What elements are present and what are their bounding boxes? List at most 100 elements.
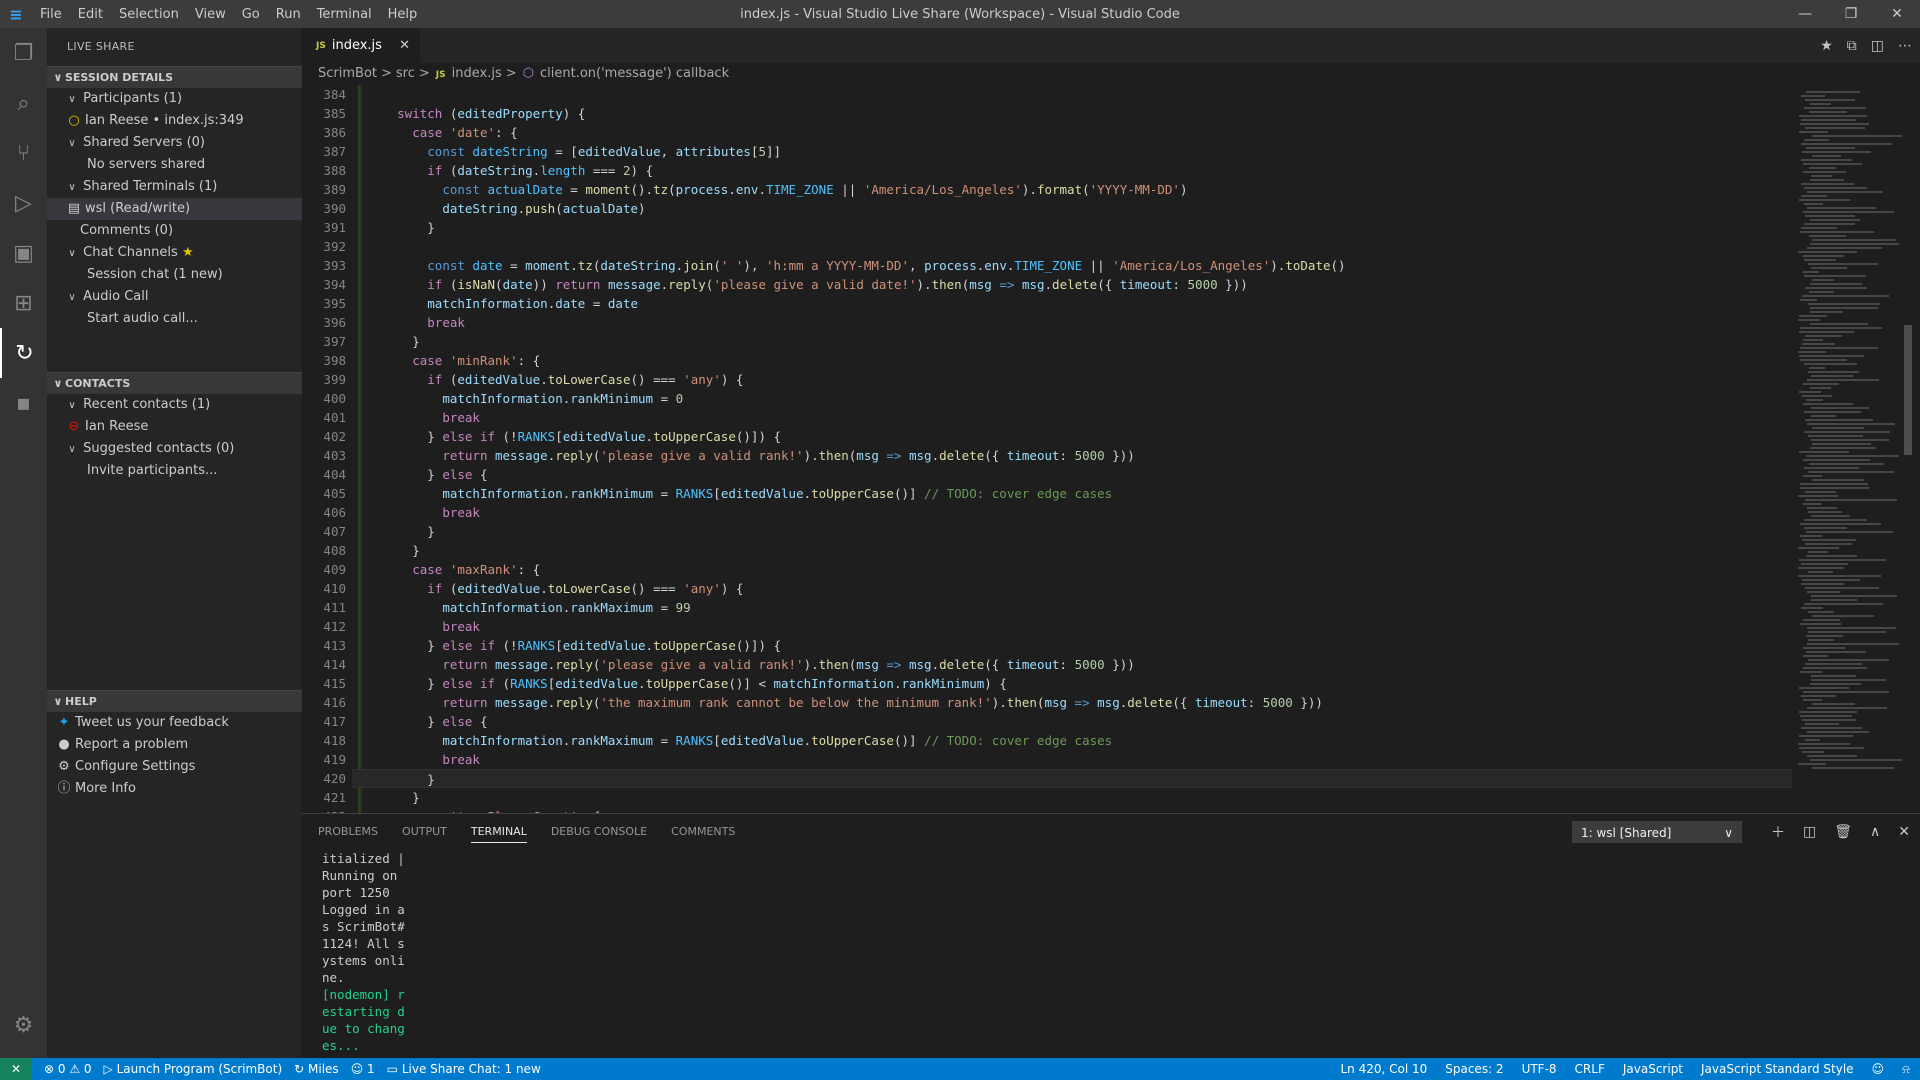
help-tweet-feedback[interactable]: ✦ Tweet us your feedback [47,712,302,734]
run-debug-icon[interactable]: ▷ [0,178,47,228]
tab-index-js[interactable]: JS index.js ✕ [302,28,420,63]
terminal-line-nodemon: estarting d [322,1004,405,1019]
minimap-stroke [1798,251,1857,253]
bell-icon[interactable]: ⍾ [1902,1062,1910,1077]
indentation-status[interactable]: Spaces: 2 [1445,1062,1503,1077]
split-terminal-icon[interactable]: ◫ [1803,824,1816,840]
minimap-stroke [1801,119,1856,121]
remote-explorer-icon[interactable]: ▣ [0,228,47,278]
menu-file[interactable]: File [32,7,70,22]
minimap-stroke [1808,571,1833,573]
minimap-stroke [1802,343,1835,345]
gear-icon[interactable]: ⚙ [0,1000,47,1050]
language-mode-status[interactable]: JavaScript [1623,1062,1683,1077]
source-control-icon[interactable]: ⑂ [0,128,47,178]
problems-indicator[interactable]: ⊗ 0 ⚠ 0 [44,1062,92,1076]
feedback-icon[interactable]: ☺ [1872,1062,1885,1077]
explorer-icon[interactable]: ❐ [0,28,47,78]
search-icon[interactable]: ⌕ [0,78,47,128]
live-share-user-status[interactable]: ↻ Miles [294,1062,339,1076]
shared-terminals-node[interactable]: ∨ Shared Terminals (1) [47,176,302,198]
breadcrumb-folder[interactable]: ScrimBot [318,66,377,81]
participant-count-status[interactable]: ☺ 1 [351,1062,375,1076]
help-configure-settings[interactable]: ⚙ Configure Settings [47,756,302,778]
live-share-chat-status[interactable]: ▭ Live Share Chat: 1 new [387,1062,541,1076]
contact-item[interactable]: ⊖ Ian Reese [47,416,302,438]
code-editor[interactable]: 384 385 386 387 388 389 390 391 392 393 … [302,85,1792,813]
breadcrumb-symbol[interactable]: client.on('message') callback [540,66,729,81]
minimize-icon[interactable]: — [1782,0,1828,28]
more-actions-icon[interactable]: ⋯ [1898,38,1912,54]
split-editor-icon[interactable]: ◫ [1871,38,1884,54]
tab-terminal[interactable]: TERMINAL [470,825,527,843]
scrollbar-thumb[interactable] [1904,325,1912,455]
session-details-header[interactable]: ∨ SESSION DETAILS [47,66,302,88]
pin-icon[interactable]: ★ [1820,38,1833,54]
chat-icon: ▭ [386,1062,399,1076]
minimap-stroke [1805,739,1820,741]
contacts-header[interactable]: ∨ CONTACTS [47,372,302,394]
menu-edit[interactable]: Edit [70,7,111,22]
tab-debug-console[interactable]: DEBUG CONSOLE [551,825,647,838]
launch-program-status[interactable]: ▷ Launch Program (ScrimBot) [104,1062,283,1076]
breadcrumb: ScrimBot > src > JS index.js > ⬡ client.on('mess… [302,63,1920,85]
invite-participants-item[interactable]: Invite participants... [47,460,302,482]
cursor-position-status[interactable]: Ln 420, Col 10 [1340,1062,1427,1077]
start-audio-call-item[interactable]: Start audio call... [47,308,302,330]
menu-go[interactable]: Go [234,7,268,22]
minimap-stroke [1808,511,1842,513]
help-header[interactable]: ∨ HELP [47,690,302,712]
live-share-follow-icon[interactable]: ⧉ [1847,38,1857,54]
code-line: break [442,619,480,634]
chat-icon[interactable]: ▪ [0,378,47,428]
close-panel-icon[interactable]: ✕ [1898,824,1910,840]
new-terminal-icon[interactable]: ＋ [1771,822,1785,842]
suggested-contacts-node[interactable]: ∨ Suggested contacts (0) [47,438,302,460]
chat-channels-node[interactable]: ∨ Chat Channels ★ [47,242,302,264]
session-chat-item[interactable]: Session chat (1 new) [47,264,302,286]
extensions-icon[interactable]: ⊞ [0,278,47,328]
participant-item[interactable]: ○ Ian Reese • index.js:349 [47,110,302,132]
terminal-selector[interactable]: 1: wsl [Shared] ∨ [1572,821,1742,843]
live-share-icon[interactable]: ↻ [0,328,47,378]
minimap-stroke [1801,727,1862,729]
shared-servers-node[interactable]: ∨ Shared Servers (0) [47,132,302,154]
close-tab-icon[interactable]: ✕ [399,38,410,53]
tab-comments[interactable]: COMMENTS [671,825,735,838]
recent-contacts-node[interactable]: ∨ Recent contacts (1) [47,394,302,416]
menu-view[interactable]: View [187,7,234,22]
code-lines: switch (editedProperty) { case 'date': {… [352,85,1792,813]
maximize-panel-icon[interactable]: ∧ [1870,824,1880,840]
breadcrumb-file[interactable]: index.js [452,66,502,81]
encoding-status[interactable]: UTF-8 [1522,1062,1557,1077]
tab-output[interactable]: OUTPUT [402,825,447,838]
minimap-stroke [1812,239,1896,241]
remote-indicator-icon[interactable]: ✕ [0,1058,32,1080]
people-icon: ☺ [350,1062,364,1076]
help-report-problem[interactable]: ● Report a problem [47,734,302,756]
breadcrumb-src[interactable]: src [396,66,415,81]
minimap-stroke [1805,419,1873,421]
menu-selection[interactable]: Selection [111,7,187,22]
trash-icon[interactable]: 🗑 [1834,824,1852,840]
restore-icon[interactable]: ❐ [1828,0,1874,28]
menu-terminal[interactable]: Terminal [309,7,380,22]
participants-node[interactable]: ∨ Participants (1) [47,88,302,110]
minimap-stroke [1801,95,1825,97]
eol-status[interactable]: CRLF [1575,1062,1605,1077]
minimap-stroke [1799,451,1849,453]
linter-status[interactable]: JavaScript Standard Style [1701,1062,1854,1077]
terminal-item-wsl[interactable]: ▤ wsl (Read/write) [47,198,302,220]
comments-node[interactable]: Comments (0) [47,220,302,242]
terminal-output[interactable]: itialized | Running on port 1250 Logged … [322,850,412,1054]
audio-call-node[interactable]: ∨ Audio Call [47,286,302,308]
close-window-icon[interactable]: ✕ [1874,0,1920,28]
help-more-info[interactable]: ⓘ More Info [47,778,302,800]
minimap-stroke [1807,627,1896,629]
tab-problems[interactable]: PROBLEMS [318,825,378,838]
menu-run[interactable]: Run [268,7,309,22]
line-number: 404 [323,467,346,482]
minimap-stroke [1805,723,1839,725]
minimap[interactable] [1792,85,1912,813]
menu-help[interactable]: Help [380,7,426,22]
